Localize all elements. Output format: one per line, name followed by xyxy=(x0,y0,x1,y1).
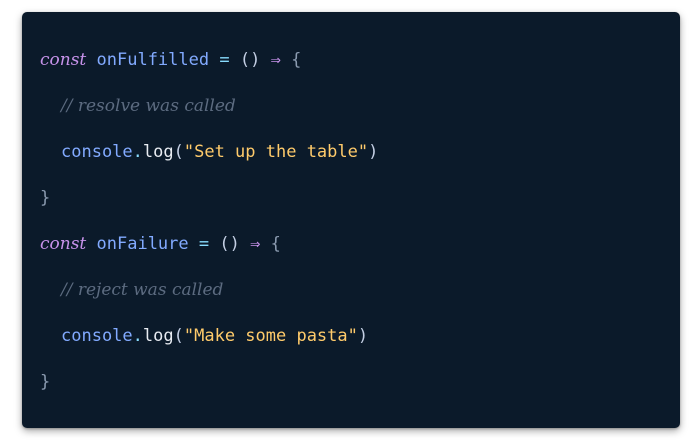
open-brace: { xyxy=(291,50,302,70)
params: () xyxy=(219,234,240,254)
function-name: onFailure xyxy=(96,234,189,254)
log-method: log xyxy=(142,142,174,162)
keyword-const: const xyxy=(40,234,87,254)
code-window: const onFulfilled = () ⇒ { // resolve wa… xyxy=(22,12,680,428)
log-method: log xyxy=(142,326,174,346)
console-object: console xyxy=(61,142,133,162)
arrow-operator: ⇒ xyxy=(270,50,281,70)
close-brace: } xyxy=(40,372,51,392)
member-dot: . xyxy=(132,326,143,346)
close-brace: } xyxy=(40,188,51,208)
code-comment: // resolve was called xyxy=(61,96,236,116)
code-line-4: } xyxy=(40,184,378,230)
assign-operator: = xyxy=(198,234,210,254)
code-block: const onFulfilled = () ⇒ { // resolve wa… xyxy=(40,46,378,414)
code-line-7: console.log("Make some pasta") xyxy=(40,322,378,368)
arrow-operator: ⇒ xyxy=(250,234,261,254)
open-brace: { xyxy=(270,234,281,254)
console-object: console xyxy=(61,326,133,346)
paren-open: ( xyxy=(173,326,184,346)
string-literal: "Set up the table" xyxy=(183,142,369,162)
code-line-3: console.log("Set up the table") xyxy=(40,138,378,184)
params: () xyxy=(239,50,261,70)
code-line-2: // resolve was called xyxy=(40,92,378,138)
keyword-const: const xyxy=(40,50,87,70)
code-line-6: // reject was called xyxy=(40,276,378,322)
page: const onFulfilled = () ⇒ { // resolve wa… xyxy=(0,0,700,442)
code-comment: // reject was called xyxy=(61,280,224,300)
member-dot: . xyxy=(132,142,143,162)
code-line-5: const onFailure = () ⇒ { xyxy=(40,230,378,276)
code-line-8: } xyxy=(40,368,378,414)
assign-operator: = xyxy=(219,50,230,70)
paren-close: ) xyxy=(357,326,369,346)
paren-open: ( xyxy=(173,142,184,162)
paren-close: ) xyxy=(368,142,379,162)
string-literal: "Make some pasta" xyxy=(183,326,358,346)
code-line-1: const onFulfilled = () ⇒ { xyxy=(40,46,378,92)
function-name: onFulfilled xyxy=(96,50,210,70)
